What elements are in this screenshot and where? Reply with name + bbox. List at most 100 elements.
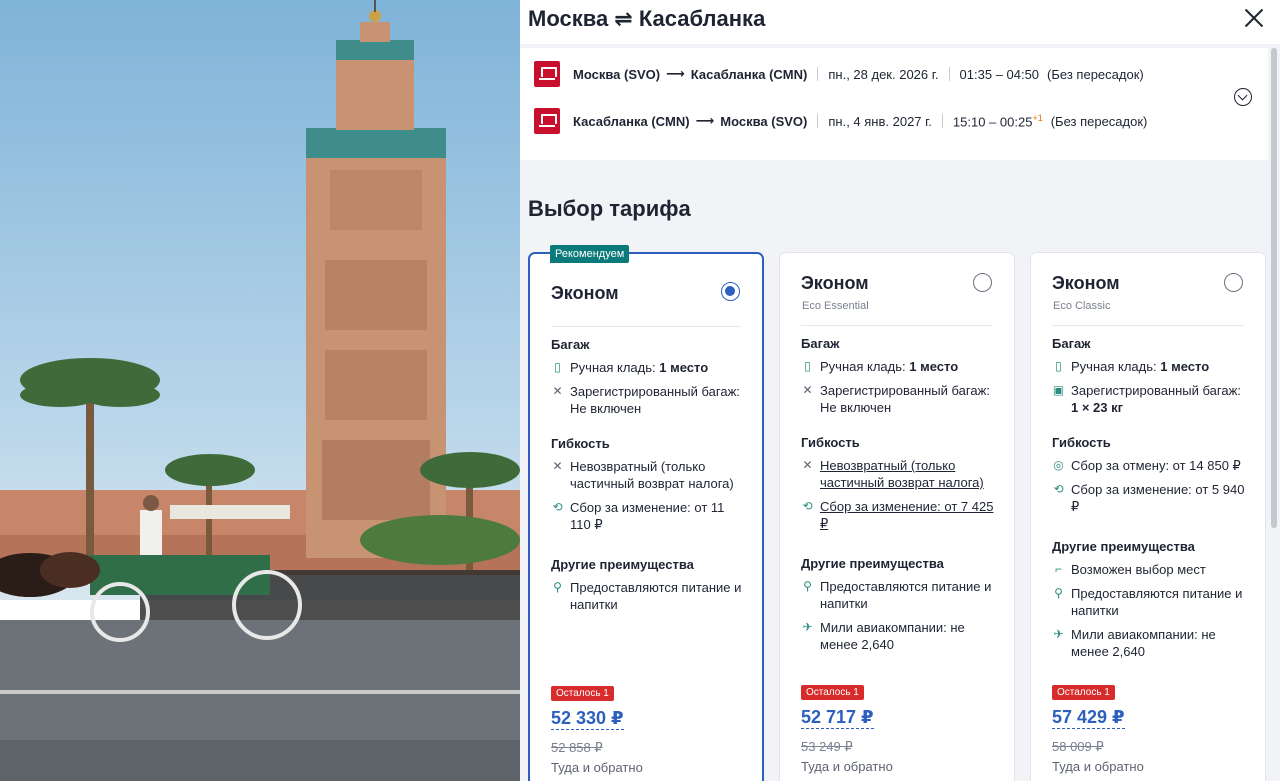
fare-card-economy[interactable]: Рекомендуем Эконом Багаж ▯ Ручная кладь: … <box>528 245 764 781</box>
airline-logo <box>534 108 560 134</box>
seats-left-badge: Осталось 1 <box>801 685 864 700</box>
fare-price[interactable]: 57 429 ₽ <box>1052 706 1125 729</box>
checked-baggage-feature: ▣ Зарегистрированный багаж: 1 × 23 кг <box>1052 383 1241 415</box>
flexibility-group: Гибкость ✕ Невозвратный (только частичный… <box>551 436 748 540</box>
suitcase-icon: ▣ <box>1052 383 1065 397</box>
flexibility-group: Гибкость ✕ Невозвратный (только частичный… <box>801 435 1000 539</box>
carry-on-feature: ▯ Ручная кладь: 1 место <box>801 358 1000 375</box>
chevron-down-icon[interactable] <box>1234 88 1252 106</box>
fare-old-price: 58 009 ₽ <box>1052 739 1104 754</box>
carry-on-feature: ▯ Ручная кладь: 1 место <box>1052 358 1251 375</box>
flight-date: пн., 4 янв. 2027 г. <box>828 113 932 129</box>
cross-icon: ✕ <box>552 384 563 398</box>
exchange-icon: ⟲ <box>552 500 563 514</box>
flight-time: 15:10 – 00:25+1 <box>952 112 1043 130</box>
meal-feature: ⚲ Предоставляются питание и напитки <box>801 578 1000 612</box>
flexibility-title: Гибкость <box>551 436 610 451</box>
meal-icon: ⚲ <box>553 580 562 594</box>
flight-row-return: Касабланка (CMN) ⟶ Москва (SVO) пн., 4 я… <box>534 108 1147 134</box>
cross-icon: ✕ <box>802 383 813 397</box>
baggage-title: Багаж <box>801 336 840 351</box>
cross-icon: ✕ <box>552 459 563 473</box>
trip-type: Туда и обратно <box>1052 759 1144 774</box>
flexibility-title: Гибкость <box>1052 435 1111 450</box>
fare-section-title: Выбор тарифа <box>528 196 691 221</box>
flight-destination: Касабланка (CMN) <box>690 66 808 82</box>
airline-logo <box>534 61 560 87</box>
change-fee-feature[interactable]: ⟲ Сбор за изменение: от 7 425 ₽ <box>801 498 1000 532</box>
panel-header: Москва ⇌ Касабланка <box>520 0 1280 44</box>
seats-left-badge: Осталось 1 <box>1052 685 1115 700</box>
fare-price[interactable]: 52 717 ₽ <box>801 706 874 729</box>
other-benefits-title: Другие преимущества <box>1052 539 1195 554</box>
flight-origin: Москва (SVO) <box>573 66 661 82</box>
fare-price[interactable]: 52 330 ₽ <box>551 707 624 730</box>
refund-feature: ✕ Невозвратный (только частичный возврат … <box>552 459 734 491</box>
arrow-right-icon: ⟶ <box>666 66 685 81</box>
change-fee-feature: ⟲ Сбор за изменение: от 5 940 ₽ <box>1053 482 1245 514</box>
fare-subtitle: Eco Essential <box>802 300 869 312</box>
fare-subtitle: Eco Classic <box>1053 300 1111 312</box>
close-icon[interactable] <box>1242 6 1266 30</box>
miles-feature: ✈ Мили авиакомпании: не менее 2,640 <box>1053 627 1216 659</box>
seat-icon: ⌐ <box>1054 562 1062 576</box>
seat-selection-feature: ⌐ Возможен выбор мест <box>1052 561 1251 578</box>
other-benefits-group: Другие преимущества ⌐ Возможен выбор мест… <box>1052 539 1251 667</box>
flight-summary: Москва (SVO) ⟶ Касабланка (CMN) пн., 28 … <box>520 48 1268 160</box>
flexibility-title: Гибкость <box>801 435 860 450</box>
destination-photo <box>0 0 520 781</box>
other-benefits-title: Другие преимущества <box>801 556 944 571</box>
fare-card-eco-classic[interactable]: Эконом Eco Classic Багаж ▯ Ручная кладь: … <box>1030 252 1266 781</box>
divider <box>941 114 943 128</box>
carry-on-bag-icon: ▯ <box>804 359 811 373</box>
fare-name: Эконом <box>551 283 619 303</box>
divider <box>948 67 950 81</box>
baggage-group: Багаж ▯ Ручная кладь: 1 место ✕ Зарегистри… <box>801 336 1000 423</box>
exchange-icon: ⟲ <box>1053 482 1064 496</box>
refund-feature[interactable]: ✕ Невозвратный (только частичный возврат … <box>801 457 1000 491</box>
flight-origin: Касабланка (CMN) <box>573 113 690 129</box>
next-day-marker: +1 <box>1032 112 1043 123</box>
baggage-title: Багаж <box>1052 336 1091 351</box>
fare-name: Эконом <box>1052 273 1120 293</box>
flight-time: 01:35 – 04:50 <box>959 66 1040 82</box>
meal-icon: ⚲ <box>1054 586 1063 600</box>
cross-icon: ✕ <box>802 458 813 472</box>
recommended-badge: Рекомендуем <box>550 245 630 263</box>
miles-icon: ✈ <box>1053 627 1064 641</box>
carry-on-bag-icon: ▯ <box>554 360 561 374</box>
scrollbar[interactable] <box>1271 48 1277 781</box>
meal-icon: ⚲ <box>803 579 812 593</box>
other-benefits-title: Другие преимущества <box>551 557 694 572</box>
flight-date: пн., 28 дек. 2026 г. <box>828 66 939 82</box>
fare-old-price: 53 249 ₽ <box>801 739 853 754</box>
fare-card-eco-essential[interactable]: Эконом Eco Essential Багаж ▯ Ручная кладь… <box>779 252 1015 781</box>
meal-feature: ⚲ Предоставляются питание и напитки <box>551 579 748 613</box>
meal-feature: ⚲ Предоставляются питание и напитки <box>1052 585 1251 619</box>
fare-radio[interactable] <box>973 273 992 292</box>
fare-radio[interactable] <box>721 282 740 301</box>
flight-stops: (Без пересадок) <box>1047 66 1144 82</box>
divider <box>801 325 993 326</box>
miles-feature: ✈ Мили авиакомпании: не менее 2,640 <box>802 620 965 652</box>
baggage-title: Багаж <box>551 337 590 352</box>
divider <box>551 326 741 327</box>
checked-baggage-feature: ✕ Зарегистрированный багаж: Не включен <box>552 384 740 416</box>
exchange-icon: ⟲ <box>802 499 813 513</box>
cancel-fee-feature: ◎ Сбор за отмену: от 14 850 ₽ <box>1053 458 1241 473</box>
divider <box>1052 325 1244 326</box>
divider <box>817 67 819 81</box>
baggage-group: Багаж ▯ Ручная кладь: 1 место ▣ Зарегистри… <box>1052 336 1251 423</box>
other-benefits-group: Другие преимущества ⚲ Предоставляются пит… <box>801 556 1000 660</box>
flight-stops: (Без пересадок) <box>1050 113 1148 129</box>
checked-baggage-feature: ✕ Зарегистрированный багаж: Не включен <box>802 383 990 415</box>
booking-panel: Москва ⇌ Касабланка Москва (SVO) ⟶ Касаб… <box>520 0 1280 781</box>
scrollbar-thumb[interactable] <box>1271 48 1277 528</box>
other-benefits-group: Другие преимущества ⚲ Предоставляются пит… <box>551 557 748 620</box>
divider <box>817 114 819 128</box>
carry-on-bag-icon: ▯ <box>1055 359 1062 373</box>
trip-type: Туда и обратно <box>801 759 893 774</box>
flight-destination: Москва (SVO) <box>720 113 808 129</box>
change-fee-feature: ⟲ Сбор за изменение: от 11 110 ₽ <box>552 500 725 532</box>
fare-radio[interactable] <box>1224 273 1243 292</box>
